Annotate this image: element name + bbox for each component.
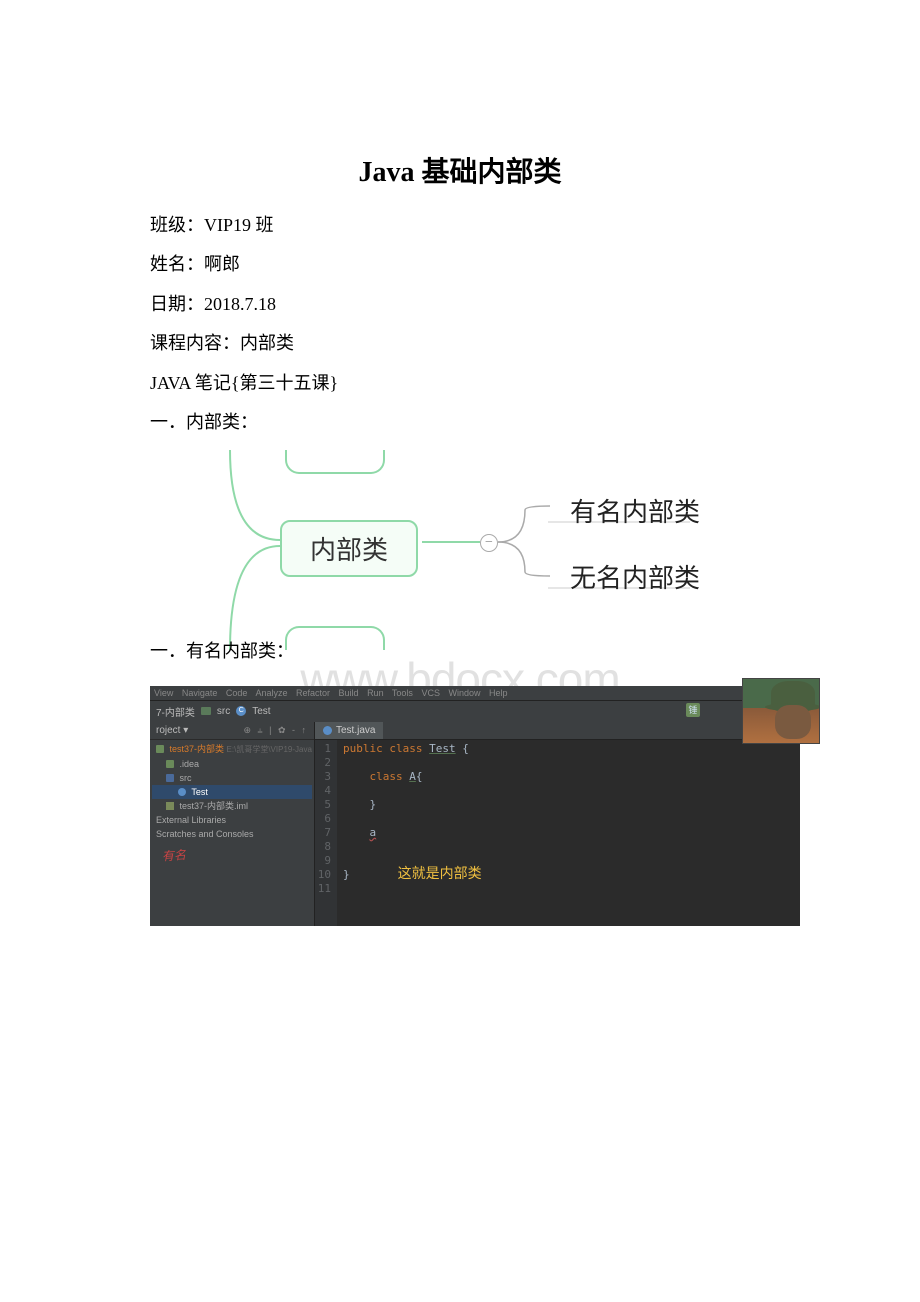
mindmap-leaf-named: 有名内部类 — [570, 492, 700, 529]
value-course: 内部类 — [240, 333, 294, 353]
code-line-7: a — [343, 826, 482, 840]
mindmap-collapse-toggle[interactable]: − — [480, 534, 498, 552]
tree-root[interactable]: test37-内部类 E:\凯哥学堂\VIP19-Java-IDEA\test3… — [152, 742, 312, 757]
ide-screenshot: View Navigate Code Analyze Refactor Buil… — [150, 686, 800, 926]
label-date: 日期： — [150, 294, 204, 314]
menu-build[interactable]: Build — [339, 688, 359, 698]
folder-icon — [166, 760, 174, 768]
class-icon — [323, 726, 332, 735]
class-icon: C — [236, 706, 246, 716]
sidebar-tools[interactable]: ⊕ ⫨ | ✿ - ↑ — [244, 725, 309, 736]
section-2: 一．有名内部类： — [150, 640, 770, 663]
folder-icon — [201, 707, 211, 715]
webcam-thumbnail — [742, 678, 820, 744]
code-line-4 — [343, 784, 482, 798]
editor-panel[interactable]: Test.java 1 2 3 4 5 6 7 8 9 10 11 — [315, 722, 800, 926]
code-line-6 — [343, 812, 482, 826]
code-line-1: public class Test { — [343, 742, 482, 756]
mindmap-center-node: 内部类 — [280, 520, 418, 577]
code-line-9 — [343, 854, 482, 868]
tree-scratches[interactable]: Scratches and Consoles — [152, 827, 312, 841]
menu-run[interactable]: Run — [367, 688, 384, 698]
iml-icon — [166, 802, 174, 810]
tree-iml[interactable]: test37-内部类.iml — [152, 799, 312, 813]
label-name: 姓名： — [150, 254, 204, 274]
code-content[interactable]: public class Test { class A{ } a }这就是内部类 — [337, 740, 488, 926]
sidebar-title: roject ▾ — [156, 725, 188, 736]
menu-tools[interactable]: Tools — [392, 688, 413, 698]
project-sidebar[interactable]: roject ▾ ⊕ ⫨ | ✿ - ↑ test37-内部类 E:\凯哥学堂\… — [150, 722, 315, 926]
menu-view[interactable]: View — [154, 688, 173, 698]
label-class: 班级： — [150, 215, 204, 235]
tree-item-label: .idea — [180, 759, 200, 769]
tree-root-name: test37-内部类 — [170, 744, 225, 754]
mindmap-diagram: 内部类 − 有名内部类 无名内部类 — [190, 450, 690, 650]
tree-idea[interactable]: .idea — [152, 757, 312, 771]
code-editor[interactable]: 1 2 3 4 5 6 7 8 9 10 11 public class Tes… — [315, 740, 800, 926]
code-line-2 — [343, 756, 482, 770]
tree-item-label: Test — [191, 787, 208, 797]
line-gutter: 1 2 3 4 5 6 7 8 9 10 11 — [315, 740, 337, 926]
menu-analyze[interactable]: Analyze — [255, 688, 287, 698]
tree-src[interactable]: src — [152, 771, 312, 785]
ide-breadcrumb[interactable]: 7-内部类 src C Test — [150, 701, 800, 722]
tree-external-libs[interactable]: External Libraries — [152, 813, 312, 827]
info-note: JAVA 笔记{第三十五课} — [150, 372, 770, 395]
value-name: 啊郎 — [204, 254, 240, 274]
class-icon — [178, 788, 186, 796]
code-line-3: class A{ — [343, 770, 482, 784]
info-date: 日期：2018.7.18 — [150, 293, 770, 316]
tab-label: Test.java — [336, 725, 375, 736]
crumb-src[interactable]: src — [217, 706, 230, 717]
editor-tab-test[interactable]: Test.java — [315, 722, 383, 739]
person-face — [775, 705, 811, 739]
tree-test-class[interactable]: Test — [152, 785, 312, 799]
menu-window[interactable]: Window — [448, 688, 480, 698]
menu-help[interactable]: Help — [489, 688, 508, 698]
ide-menubar[interactable]: View Navigate Code Analyze Refactor Buil… — [150, 686, 800, 701]
folder-icon — [156, 745, 164, 753]
menu-navigate[interactable]: Navigate — [182, 688, 218, 698]
label-course: 课程内容： — [150, 333, 240, 353]
value-date: 2018.7.18 — [204, 294, 276, 314]
editor-tabs[interactable]: Test.java — [315, 722, 800, 740]
tree-root-path: E:\凯哥学堂\VIP19-Java-IDEA\test37 — [227, 745, 312, 754]
menu-vcs[interactable]: VCS — [421, 688, 440, 698]
value-class: VIP19 班 — [204, 215, 274, 235]
crumb-class[interactable]: Test — [252, 706, 270, 717]
section-1: 一．内部类： — [150, 411, 770, 434]
page-title: Java 基础内部类 — [150, 150, 770, 190]
mindmap-ghost-top — [285, 450, 385, 474]
project-tree[interactable]: test37-内部类 E:\凯哥学堂\VIP19-Java-IDEA\test3… — [150, 740, 314, 866]
mindmap-connectors — [190, 450, 690, 650]
mindmap-leaf-anonymous: 无名内部类 — [570, 558, 700, 595]
tree-item-label: test37-内部类.iml — [180, 801, 249, 811]
src-folder-icon — [166, 774, 174, 782]
code-line-8 — [343, 840, 482, 854]
crumb-root[interactable]: 7-内部类 — [156, 704, 195, 719]
build-icon[interactable]: 锤 — [686, 703, 700, 717]
tree-item-label: src — [180, 773, 192, 783]
tree-item-label: External Libraries — [156, 815, 226, 825]
info-class: 班级：VIP19 班 — [150, 214, 770, 237]
code-annotation: 这就是内部类 — [398, 867, 482, 882]
menu-refactor[interactable]: Refactor — [296, 688, 330, 698]
tree-item-label: Scratches and Consoles — [156, 829, 254, 839]
code-line-10: }这就是内部类 — [343, 868, 482, 882]
info-name: 姓名：啊郎 — [150, 253, 770, 276]
info-course: 课程内容：内部类 — [150, 332, 770, 355]
handwritten-annotation: 有名 — [152, 849, 312, 864]
code-line-11 — [343, 882, 482, 896]
sidebar-header[interactable]: roject ▾ ⊕ ⫨ | ✿ - ↑ — [150, 722, 314, 740]
menu-code[interactable]: Code — [226, 688, 248, 698]
code-line-5: } — [343, 798, 482, 812]
